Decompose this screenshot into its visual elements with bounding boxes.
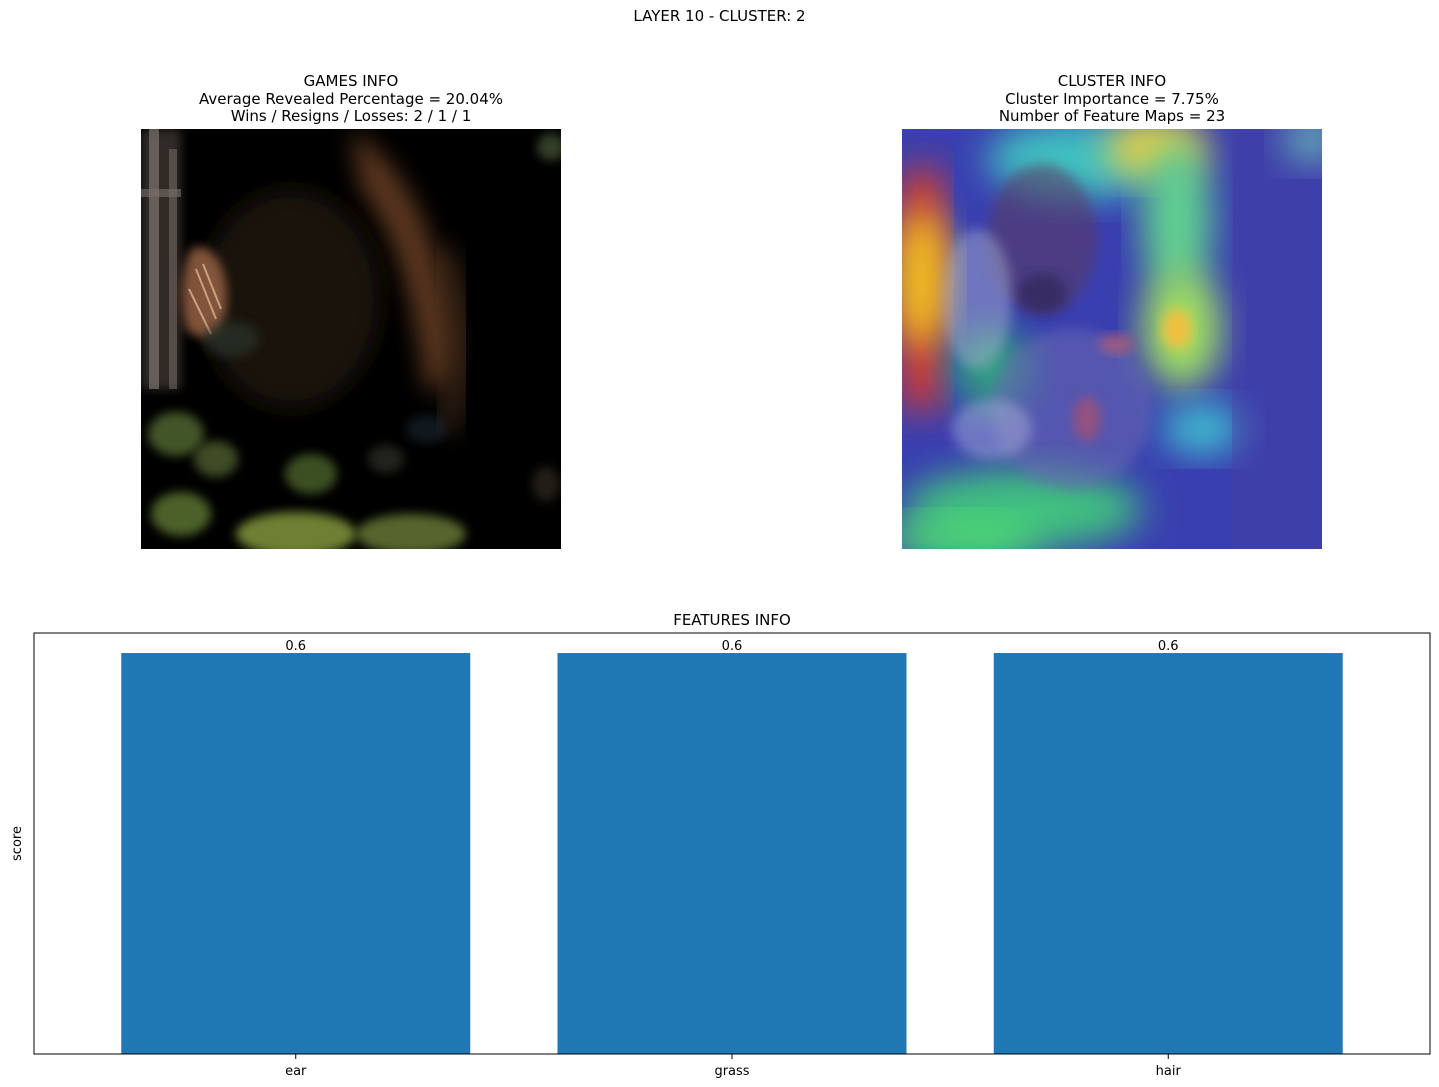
- bar-hair: [993, 653, 1343, 1054]
- x-tick-label-hair: hair: [1156, 1064, 1182, 1079]
- bar-value-label-hair: 0.6: [1158, 639, 1179, 654]
- x-tick-label-ear: ear: [285, 1064, 307, 1079]
- bar-grass: [557, 653, 907, 1054]
- bar-value-label-ear: 0.6: [285, 639, 306, 654]
- bar-ear: [121, 653, 471, 1054]
- y-axis-label: score: [10, 826, 25, 861]
- x-tick-label-grass: grass: [714, 1064, 749, 1079]
- bar-value-label-grass: 0.6: [722, 639, 743, 654]
- features-bar-chart: 0.6 ear 0.6 grass 0.6 hair score: [10, 632, 1431, 1079]
